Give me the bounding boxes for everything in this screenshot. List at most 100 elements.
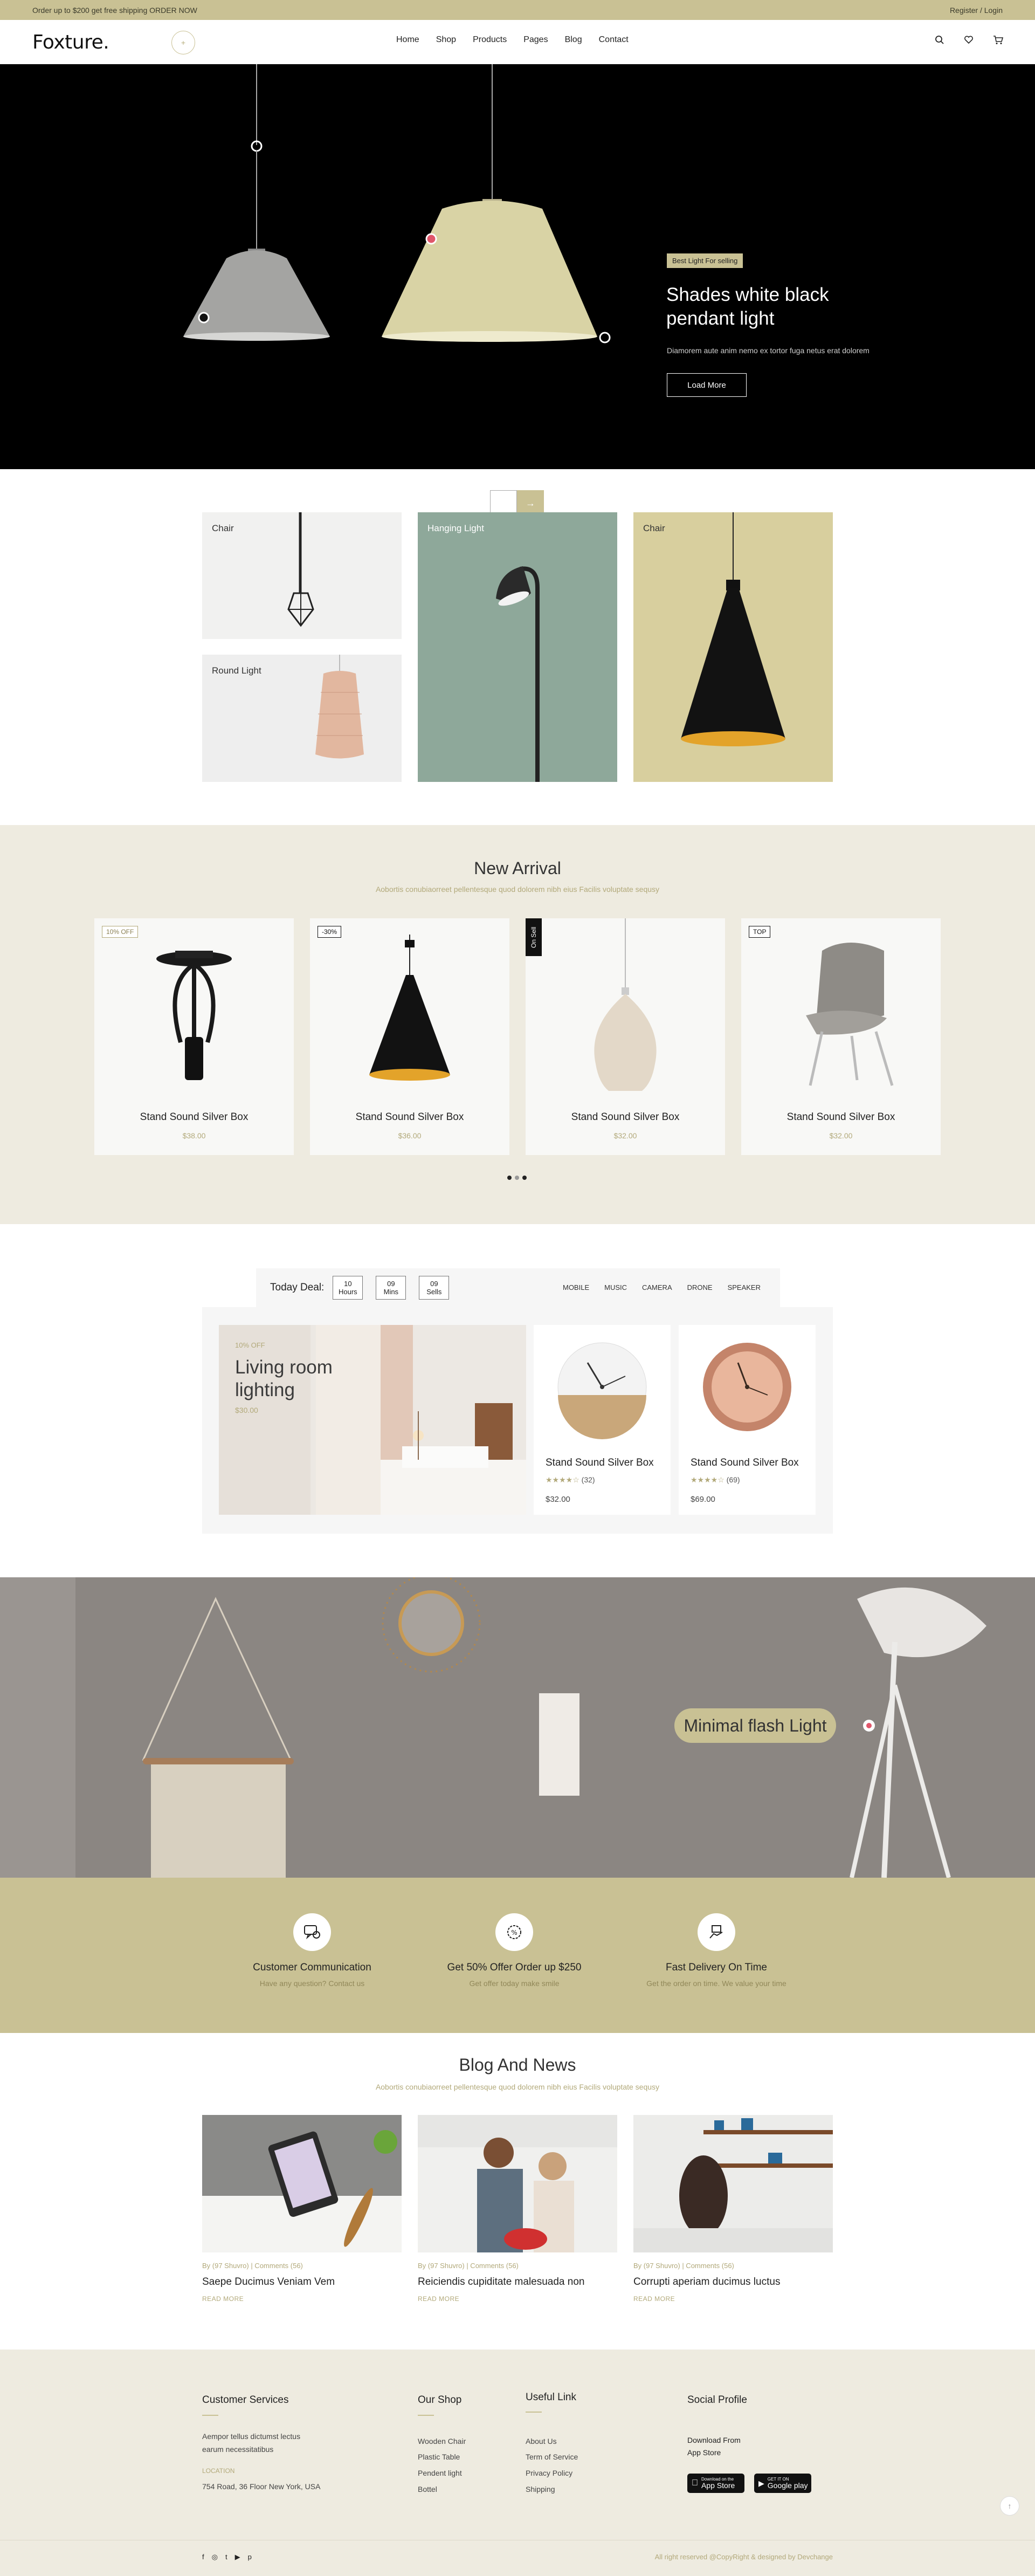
tab-drone[interactable]: DRONE xyxy=(687,1283,713,1292)
google-play-big: Google play xyxy=(767,2481,808,2490)
arrow-left-icon: ← xyxy=(499,497,508,509)
page: Order up to $200 get free shipping ORDER… xyxy=(0,0,1035,2576)
header: Foxture. + Home Shop Products Pages Blog… xyxy=(0,20,1035,64)
footer-link[interactable]: About Us xyxy=(526,2437,557,2446)
twitter-icon[interactable]: t xyxy=(225,2553,227,2561)
category-card-round-light[interactable]: Round Light xyxy=(202,655,402,782)
timer-value: 09 xyxy=(387,1280,395,1288)
footer-underline xyxy=(202,2415,218,2416)
nav-home[interactable]: Home xyxy=(396,35,419,45)
review-count: (69) xyxy=(726,1475,740,1484)
register-login-link[interactable]: Register / Login xyxy=(950,6,1003,15)
nav-products[interactable]: Products xyxy=(473,35,507,45)
blog-image[interactable] xyxy=(202,2115,402,2252)
feature-title: Get 50% Offer Order up $250 xyxy=(447,1962,582,1973)
copyright-bar xyxy=(0,2540,1035,2576)
footer-link[interactable]: Pendent light xyxy=(418,2469,462,2477)
blog-image[interactable] xyxy=(633,2115,833,2252)
product-name[interactable]: Stand Sound Silver Box xyxy=(691,1457,799,1469)
blog-meta: By (97 Shuvro) | Comments (56) xyxy=(202,2262,303,2270)
nav-contact[interactable]: Contact xyxy=(599,35,629,45)
read-more-link[interactable]: READ MORE xyxy=(202,2295,244,2303)
tab-camera[interactable]: CAMERA xyxy=(642,1283,672,1292)
tab-music[interactable]: MUSIC xyxy=(604,1283,627,1292)
download-label-2: App Store xyxy=(687,2448,721,2457)
oval-pendant-image xyxy=(594,918,657,1096)
nav-pages[interactable]: Pages xyxy=(523,35,548,45)
minimal-flash-label[interactable]: Minimal flash Light xyxy=(674,1708,836,1743)
tab-speaker[interactable]: SPEAKER xyxy=(728,1283,761,1292)
instagram-icon[interactable]: ◎ xyxy=(212,2553,218,2561)
menu-toggle-button[interactable]: + xyxy=(171,31,195,54)
carousel-dot[interactable] xyxy=(507,1176,512,1180)
search-icon[interactable] xyxy=(935,35,944,45)
hotspot-dot[interactable] xyxy=(863,1720,875,1732)
review-count: (32) xyxy=(581,1475,595,1484)
footer-link[interactable]: Term of Service xyxy=(526,2453,578,2461)
read-more-link[interactable]: READ MORE xyxy=(633,2295,675,2303)
blog-subtitle: Aobortis conubiaorreet pellentesque quod… xyxy=(375,2083,660,2091)
living-room-promo[interactable]: 10% OFF Living room lighting $30.00 xyxy=(219,1325,526,1515)
cart-icon[interactable] xyxy=(993,35,1004,45)
footer-link[interactable]: Bottel xyxy=(418,2485,437,2493)
heart-icon[interactable] xyxy=(964,35,974,45)
stars-icon: ★★★★☆ xyxy=(691,1475,724,1484)
footer-heading-customer: Customer Services xyxy=(202,2394,289,2406)
blog-post-title[interactable]: Reiciendis cupiditate malesuada non xyxy=(418,2276,584,2288)
category-card-chair-2[interactable]: Chair xyxy=(633,512,833,782)
product-name[interactable]: Stand Sound Silver Box xyxy=(741,1111,941,1123)
product-name[interactable]: Stand Sound Silver Box xyxy=(94,1111,294,1123)
carousel-dot[interactable] xyxy=(515,1176,519,1180)
product-name[interactable]: Stand Sound Silver Box xyxy=(526,1111,725,1123)
product-card[interactable]: On Sell Stand Sound Silver Box $32.00 xyxy=(526,918,725,1155)
pinterest-icon[interactable]: p xyxy=(248,2553,252,2561)
feature-title: Customer Communication xyxy=(253,1962,371,1973)
nav-blog[interactable]: Blog xyxy=(565,35,582,45)
timer-value: 10 xyxy=(344,1280,352,1288)
discount-badge: 10% OFF xyxy=(102,926,139,938)
offer-icon: % xyxy=(495,1913,533,1951)
google-play-button[interactable]: ▶ GET IT ON Google play xyxy=(754,2474,811,2493)
footer-underline xyxy=(418,2415,434,2416)
promo-text[interactable]: Order up to $200 get free shipping ORDER… xyxy=(32,6,197,15)
footer-link[interactable]: Plastic Table xyxy=(418,2453,460,2461)
scroll-to-top-button[interactable]: ↑ xyxy=(1000,2496,1019,2516)
read-more-link[interactable]: READ MORE xyxy=(418,2295,459,2303)
product-card[interactable]: 10% OFF Stand Sound Silver Box $38.00 xyxy=(94,918,294,1155)
load-more-button[interactable]: Load More xyxy=(667,373,747,397)
cone-pendant-image xyxy=(681,512,785,746)
category-card-hanging-light[interactable]: Hanging Light xyxy=(418,512,617,782)
footer-heading-social: Social Profile xyxy=(687,2394,747,2406)
app-store-button[interactable]:  Download on theApp Store xyxy=(687,2474,744,2493)
blog-image[interactable] xyxy=(418,2115,617,2252)
footer-link[interactable]: Wooden Chair xyxy=(418,2437,466,2446)
macrame-decor-image xyxy=(0,1577,1035,1878)
deal-product-card[interactable]: Stand Sound Silver Box ★★★★☆ (32) $32.00 xyxy=(534,1325,671,1515)
product-name[interactable]: Stand Sound Silver Box xyxy=(310,1111,509,1123)
product-price: $32.00 xyxy=(546,1495,570,1504)
blog-post-title[interactable]: Saepe Ducimus Veniam Vem xyxy=(202,2276,335,2288)
youtube-icon[interactable]: ▶ xyxy=(235,2553,240,2561)
product-card[interactable]: TOP Stand Sound Silver Box $32.00 xyxy=(741,918,941,1155)
timer-unit: Mins xyxy=(383,1288,399,1296)
product-price: $32.00 xyxy=(613,1131,637,1140)
main-nav: Home Shop Products Pages Blog Contact xyxy=(396,35,645,45)
nav-shop[interactable]: Shop xyxy=(436,35,456,45)
product-name[interactable]: Stand Sound Silver Box xyxy=(546,1457,654,1469)
tab-mobile[interactable]: MOBILE xyxy=(563,1283,589,1292)
blog-post-title[interactable]: Corrupti aperiam ducimus luctus xyxy=(633,2276,780,2288)
deal-product-card[interactable]: Stand Sound Silver Box ★★★★☆ (69) $69.00 xyxy=(679,1325,816,1515)
product-price: $69.00 xyxy=(691,1495,715,1504)
timer-sells: 09 Sells xyxy=(419,1276,450,1300)
logo[interactable]: Foxture. xyxy=(32,31,109,53)
carousel-dot[interactable] xyxy=(522,1176,527,1180)
footer-link[interactable]: Shipping xyxy=(526,2485,555,2493)
facebook-icon[interactable]: f xyxy=(202,2553,204,2561)
apple-icon:  xyxy=(692,2478,698,2488)
footer-link[interactable]: Privacy Policy xyxy=(526,2469,572,2477)
category-card-chair[interactable]: Chair xyxy=(202,512,402,639)
plus-icon: + xyxy=(181,38,186,47)
hero-badge: Best Light For selling xyxy=(667,253,743,268)
arrow-right-icon: → xyxy=(526,497,535,509)
product-card[interactable]: -30% Stand Sound Silver Box $36.00 xyxy=(310,918,509,1155)
